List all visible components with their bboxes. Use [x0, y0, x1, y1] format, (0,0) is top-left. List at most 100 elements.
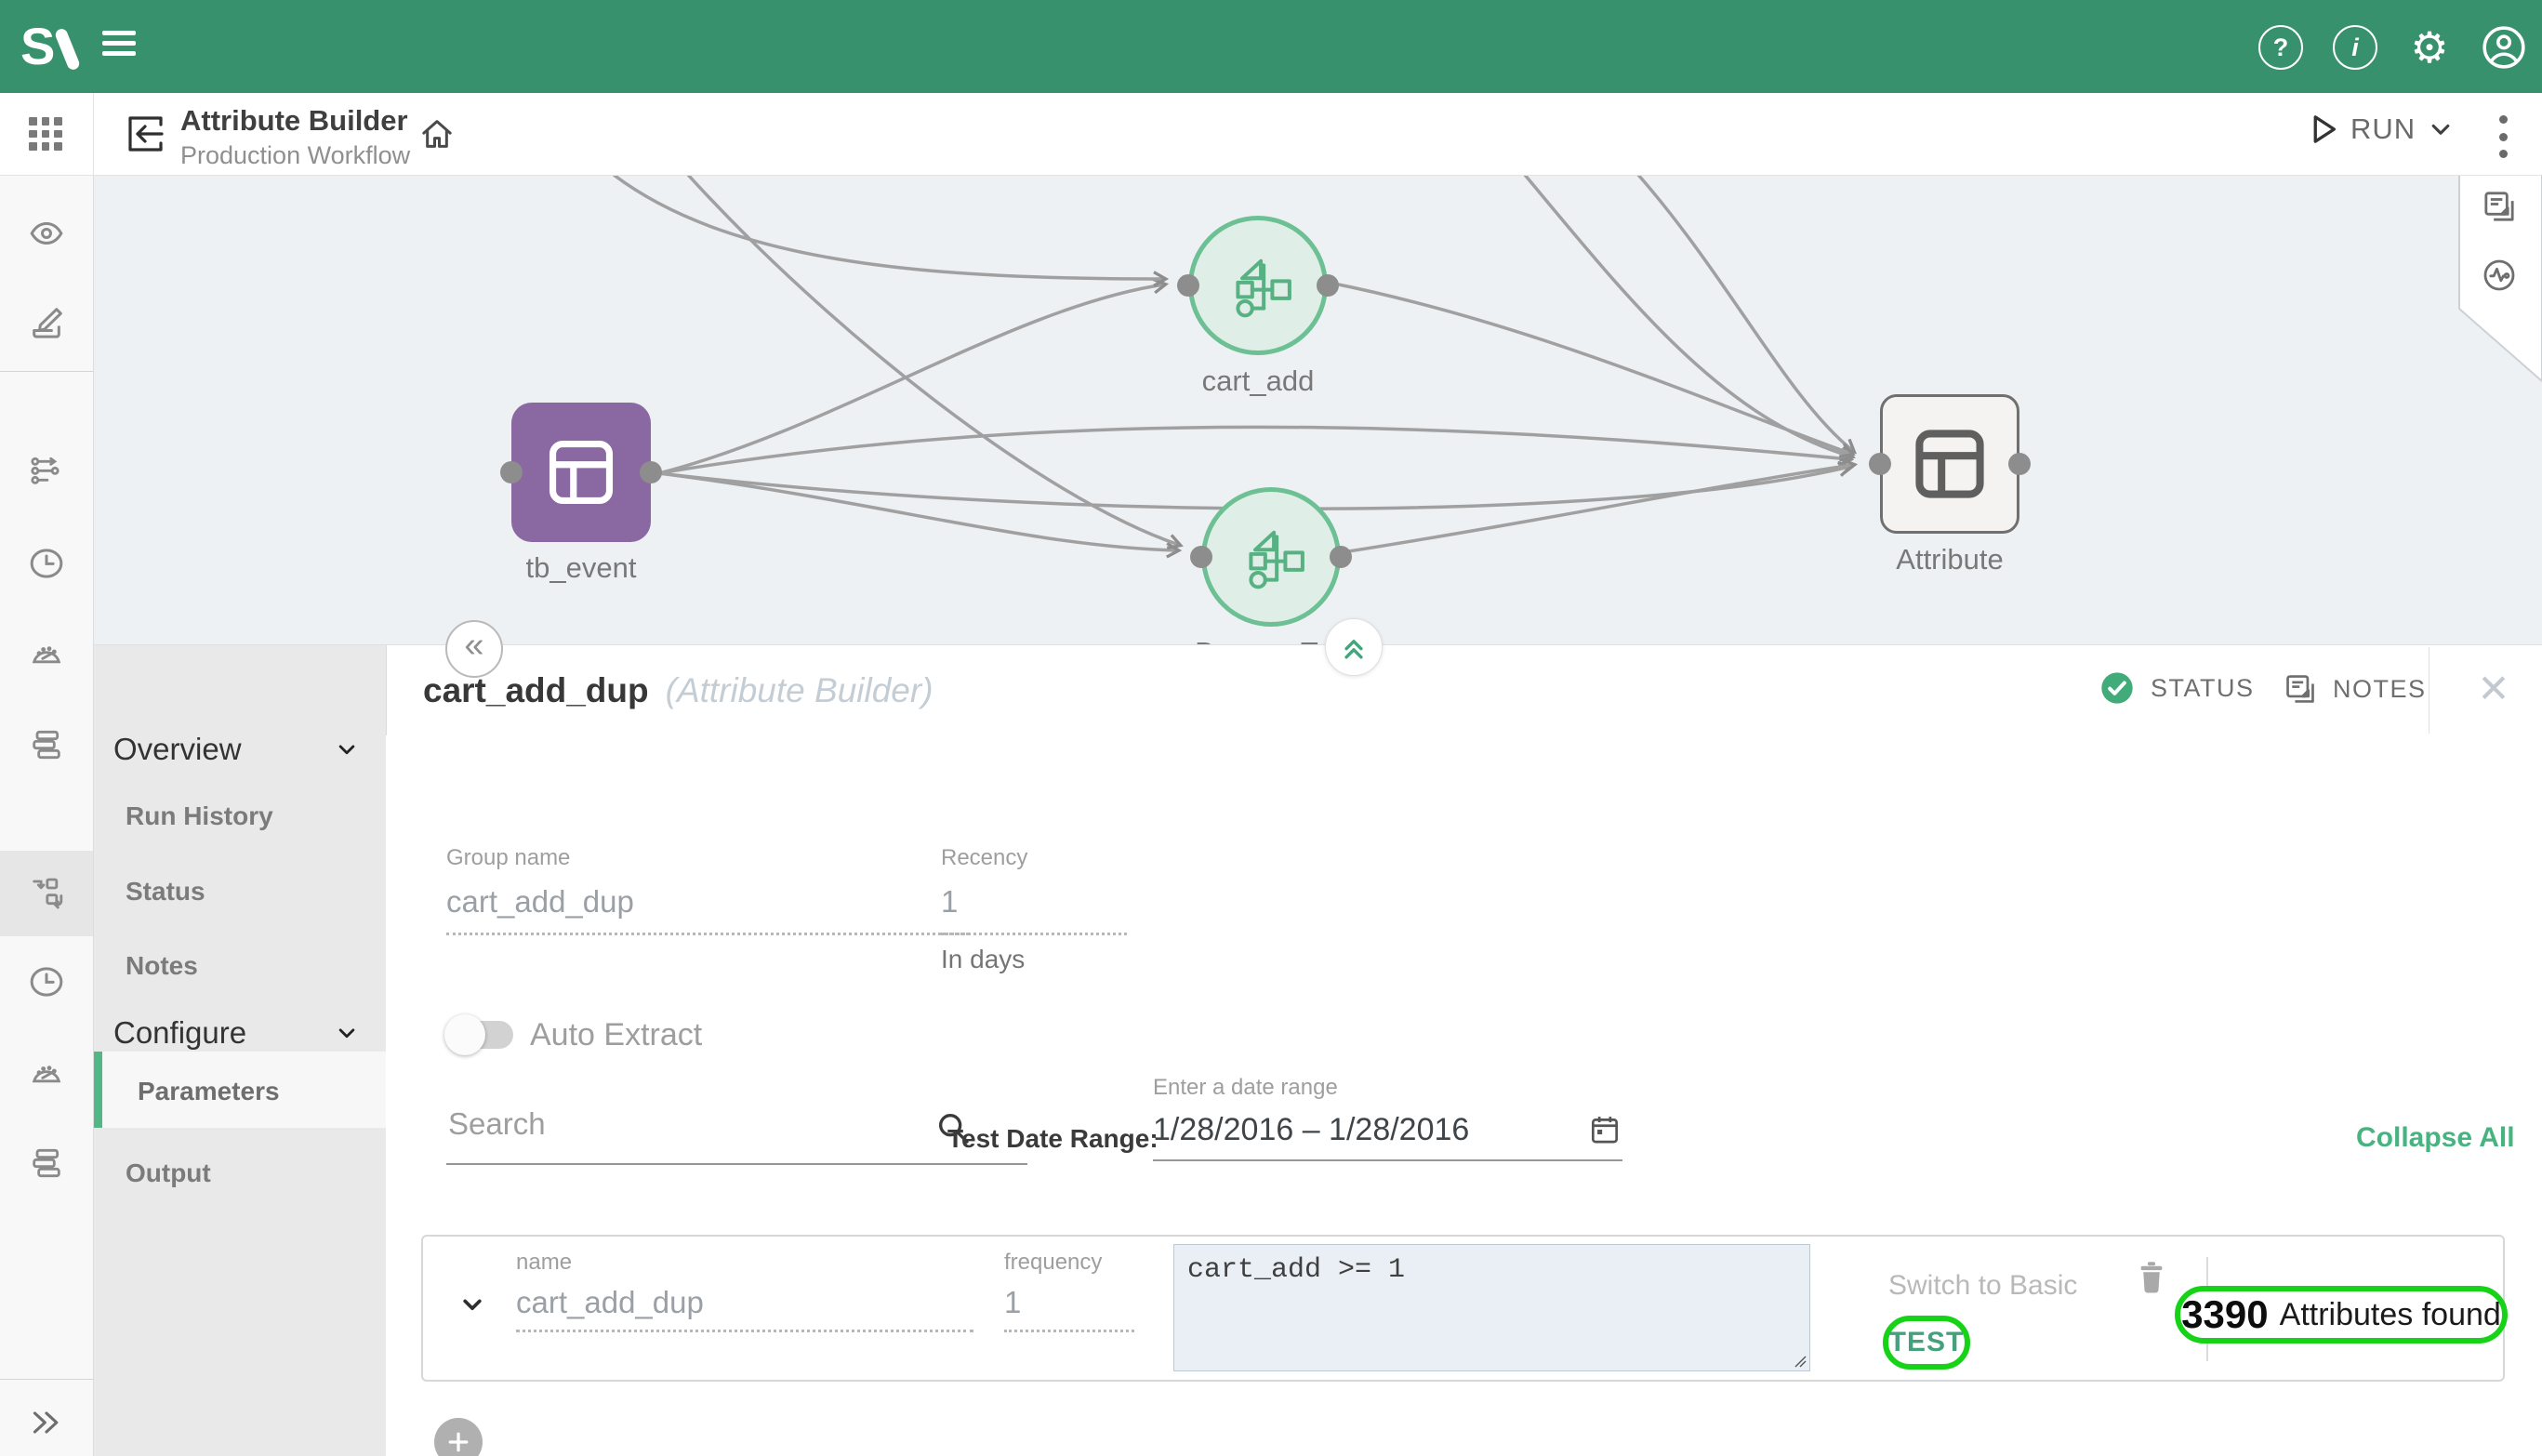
apps-grid-icon[interactable]	[29, 117, 62, 151]
app-window: S ? i ⚙ Attribute Builder Production Wor…	[0, 0, 2542, 1456]
resize-handle-icon[interactable]	[1792, 1353, 1807, 1368]
flowchart-icon[interactable]	[28, 875, 65, 912]
group-name-value[interactable]: cart_add_dup	[446, 884, 969, 935]
search-field[interactable]	[446, 1105, 1027, 1165]
workflow-canvas[interactable]: tb_event cart_add BrowserTyp Attribute	[93, 175, 2542, 644]
output-port[interactable]	[640, 461, 662, 483]
check-circle-icon	[2098, 669, 2136, 707]
sidebar-item-notes[interactable]: Notes	[126, 951, 198, 981]
flowchart-icon	[1201, 487, 1341, 627]
param-frequency-field[interactable]: frequency 1	[1004, 1250, 1134, 1332]
output-port[interactable]	[1330, 546, 1352, 568]
account-icon[interactable]	[2481, 24, 2527, 71]
annotation-test-highlight: TEST	[1883, 1316, 1970, 1370]
play-icon	[2304, 110, 2343, 149]
chevron-down-icon[interactable]	[333, 1019, 361, 1047]
compose-icon[interactable]	[28, 305, 65, 342]
panel-body: Group name cart_add_dup Recency 1 In day…	[386, 735, 2542, 1456]
info-icon[interactable]: i	[2332, 24, 2378, 71]
node-cart-add[interactable]: cart_add	[1188, 216, 1328, 355]
sidebar-section-configure[interactable]: Configure	[113, 1015, 246, 1051]
rule-code-input[interactable]: cart_add >= 1	[1174, 1245, 1809, 1370]
sidebar-item-status[interactable]: Status	[126, 877, 205, 907]
notes-icon	[2283, 671, 2318, 707]
group-name-field[interactable]: Group name cart_add_dup	[446, 845, 969, 935]
attributes-found-count: 3390	[2181, 1292, 2268, 1337]
param-name-field[interactable]: name cart_add_dup	[516, 1250, 973, 1332]
node-label: Attribute	[1896, 543, 2003, 576]
home-icon[interactable]	[418, 115, 456, 152]
double-chevron-up-icon	[1338, 631, 1370, 663]
recency-value[interactable]: 1	[941, 884, 1127, 935]
gauge-icon[interactable]	[28, 635, 65, 672]
recency-helper: In days	[941, 945, 1127, 974]
clock-icon[interactable]	[28, 545, 65, 582]
node-browser-typ[interactable]: BrowserTyp	[1201, 487, 1341, 627]
param-frequency-value[interactable]: 1	[1004, 1285, 1134, 1332]
brand-logo-slash	[54, 27, 81, 72]
date-range-field[interactable]: Enter a date range 1/28/2016 – 1/28/2016	[1153, 1075, 1622, 1161]
help-icon[interactable]: ?	[2257, 24, 2304, 71]
recency-label: Recency	[941, 845, 1127, 871]
hamburger-menu-icon[interactable]	[102, 31, 136, 61]
settings-gear-icon[interactable]: ⚙	[2406, 24, 2453, 71]
gauge-icon[interactable]	[28, 1054, 65, 1092]
status-button[interactable]: STATUS	[2098, 669, 2255, 707]
collapse-all-link[interactable]: Collapse All	[2356, 1122, 2515, 1154]
stack-icon[interactable]	[28, 1145, 65, 1182]
input-port[interactable]	[1190, 546, 1212, 568]
output-port[interactable]	[1317, 274, 1339, 297]
sidebar-item-output[interactable]: Output	[126, 1158, 211, 1188]
brand-logo[interactable]: S	[20, 16, 56, 76]
input-port[interactable]	[1177, 274, 1199, 297]
notes-label: NOTES	[2333, 675, 2427, 704]
stack-icon[interactable]	[28, 726, 65, 763]
node-label: cart_add	[1202, 364, 1315, 398]
divider	[0, 371, 93, 372]
param-frequency-label: frequency	[1004, 1250, 1134, 1276]
date-range-label: Test Date Range:	[947, 1124, 1158, 1154]
exit-workflow-icon[interactable]	[123, 112, 169, 156]
output-port[interactable]	[2008, 453, 2031, 475]
workflow-title-block: Attribute Builder Production Workflow	[180, 104, 410, 170]
notes-icon[interactable]	[2481, 188, 2518, 225]
run-button[interactable]: RUN	[2304, 110, 2456, 149]
pipeline-icon[interactable]	[28, 454, 65, 491]
sidebar-section-overview[interactable]: Overview	[113, 732, 242, 767]
chevron-down-icon[interactable]	[457, 1289, 488, 1320]
recency-field[interactable]: Recency 1 In days	[941, 845, 1127, 974]
search-input[interactable]	[446, 1105, 952, 1143]
page-title: Attribute Builder	[180, 104, 410, 138]
flowchart-icon	[1188, 216, 1328, 355]
node-label: tb_event	[526, 551, 637, 585]
notes-button[interactable]: NOTES	[2283, 671, 2427, 707]
clock-icon[interactable]	[28, 963, 65, 1000]
node-attribute[interactable]: Attribute	[1880, 394, 2019, 534]
node-tb-event[interactable]: tb_event	[511, 403, 651, 542]
input-port[interactable]	[500, 461, 523, 483]
run-label: RUN	[2350, 113, 2416, 146]
activity-icon[interactable]	[2481, 257, 2518, 294]
test-button[interactable]: TEST	[1889, 1327, 1965, 1358]
chevron-down-icon[interactable]	[333, 735, 361, 763]
eye-icon[interactable]	[28, 215, 65, 252]
divider	[93, 93, 94, 175]
add-parameter-button[interactable]	[434, 1418, 483, 1456]
switch-to-basic-link[interactable]: Switch to Basic	[1888, 1270, 2077, 1302]
date-range-value[interactable]: 1/28/2016 – 1/28/2016	[1153, 1112, 1622, 1148]
kebab-menu-icon[interactable]	[2484, 113, 2522, 160]
close-icon[interactable]: ✕	[2470, 666, 2517, 711]
input-port[interactable]	[1869, 453, 1891, 475]
parameter-card: name cart_add_dup frequency 1 cart_add >…	[421, 1235, 2505, 1382]
calendar-icon[interactable]	[1587, 1112, 1622, 1147]
param-name-value[interactable]: cart_add_dup	[516, 1285, 973, 1332]
double-chevron-right-icon[interactable]	[28, 1404, 65, 1441]
panel-collapse-button[interactable]: «	[445, 620, 503, 678]
sidebar-item-run-history[interactable]: Run History	[126, 801, 273, 831]
trash-icon[interactable]	[2132, 1257, 2171, 1296]
auto-extract-toggle[interactable]	[456, 1021, 513, 1049]
sidebar-item-parameters[interactable]: Parameters	[138, 1077, 280, 1106]
panel-expand-button[interactable]	[1325, 618, 1383, 676]
rule-code-editor[interactable]: cart_add >= 1	[1173, 1244, 1810, 1371]
param-name-label: name	[516, 1250, 973, 1276]
